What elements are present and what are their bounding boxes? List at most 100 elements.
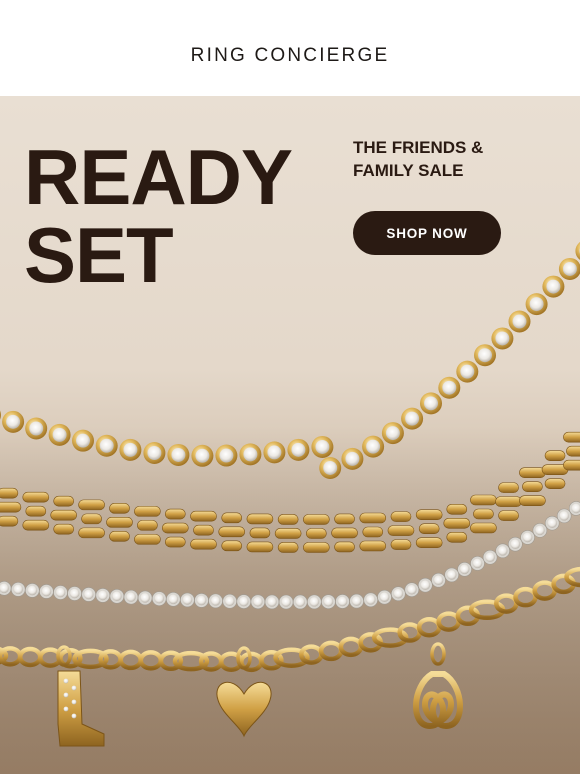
white-diamond [13, 584, 23, 595]
white-diamond [337, 596, 348, 607]
panther-link [165, 508, 186, 520]
panther-link [22, 491, 50, 503]
gold-bezel [575, 242, 580, 260]
panther-link [470, 494, 497, 506]
panther-link [193, 524, 214, 536]
panther-link [137, 520, 158, 531]
boot-pave [71, 685, 77, 691]
sale-description: THE FRIENDS & FAMILY SALE [353, 136, 483, 182]
panther-link [246, 541, 274, 553]
boot-pave [71, 713, 77, 719]
diamond-stone [99, 438, 114, 453]
diamond-stone [243, 447, 258, 462]
white-diamond [535, 525, 545, 536]
panther-link [470, 522, 497, 534]
panther-link [495, 496, 522, 507]
diamond-stone [219, 448, 234, 463]
panther-link [53, 495, 75, 507]
shop-now-button[interactable]: SHOP NOW [353, 211, 501, 255]
diamond-stone [512, 314, 527, 329]
white-diamond [547, 518, 557, 528]
diamond-stone [460, 364, 475, 379]
diamond-stone [405, 411, 420, 426]
panther-link [415, 509, 443, 520]
panther-link [0, 515, 19, 527]
panther-link [190, 510, 217, 522]
white-diamond [210, 596, 221, 606]
panther-link [418, 523, 440, 534]
diamond-stone [366, 439, 381, 454]
panther-link [303, 542, 330, 553]
diamond-stone [478, 348, 492, 363]
panther-link [246, 513, 274, 525]
diamond-stone [267, 445, 282, 460]
panther-link [274, 528, 302, 539]
panther-link [0, 487, 19, 499]
white-diamond [55, 587, 66, 598]
white-diamond [295, 597, 306, 607]
white-diamond [433, 575, 444, 586]
white-diamond [485, 552, 495, 563]
sale-line-2: FAMILY SALE [353, 161, 464, 180]
white-diamond [459, 564, 470, 575]
diamond-stone [529, 297, 544, 312]
diamond-stone [76, 433, 90, 448]
panther-link [563, 431, 580, 443]
panther-link [221, 512, 243, 524]
panther-link [331, 527, 358, 539]
white-diamond [112, 591, 122, 602]
boot-pave [63, 692, 69, 698]
white-diamond [309, 597, 320, 607]
diamond-stone [29, 421, 44, 436]
white-diamond [446, 570, 457, 580]
panther-link [221, 540, 243, 552]
white-diamond [253, 596, 263, 607]
panther-link [106, 517, 133, 528]
sale-line-1: THE FRIENDS & [353, 138, 484, 157]
white-diamond [154, 593, 164, 604]
panther-link [277, 542, 299, 553]
boot-pave [63, 678, 69, 684]
panther-link [109, 503, 130, 514]
white-diamond [323, 596, 334, 607]
diamond-stone [323, 460, 338, 475]
panther-link [522, 481, 543, 492]
white-diamond [510, 539, 521, 549]
panther-link [519, 467, 546, 478]
panther-link [81, 513, 102, 525]
white-diamond [126, 592, 136, 602]
panther-link [109, 531, 130, 542]
white-diamond [472, 558, 483, 569]
panther-link [218, 526, 246, 538]
email-header: RING CONCIERGE [0, 0, 580, 96]
panther-link [22, 519, 50, 531]
diamond-stone [195, 448, 210, 463]
diamond-stone [315, 439, 330, 454]
hero-banner[interactable]: READY SET THE FRIENDS & FAMILY SALE SHOP… [0, 96, 580, 774]
panther-link [0, 501, 22, 513]
panther-link [303, 514, 330, 525]
white-diamond [281, 597, 291, 607]
diamond-stone [171, 447, 186, 462]
white-diamond [365, 595, 376, 605]
panther-link [446, 504, 468, 515]
panther-link [306, 528, 327, 539]
panther-link [190, 538, 217, 550]
panther-link [544, 450, 566, 461]
white-diamond [239, 596, 249, 607]
panther-link [25, 505, 47, 517]
panther-link [443, 518, 471, 529]
white-diamond [559, 511, 569, 521]
diamond-stone [495, 331, 510, 346]
white-diamond [224, 596, 235, 607]
diamond-stone [123, 442, 138, 457]
boot-pave [71, 699, 77, 705]
panther-link [334, 541, 355, 553]
white-diamond [522, 532, 533, 543]
white-diamond [69, 588, 80, 599]
panther-link [249, 527, 271, 539]
white-diamond [196, 595, 207, 606]
brand-logo[interactable]: RING CONCIERGE [191, 45, 390, 67]
panther-link [78, 527, 105, 539]
white-diamond [140, 593, 150, 603]
